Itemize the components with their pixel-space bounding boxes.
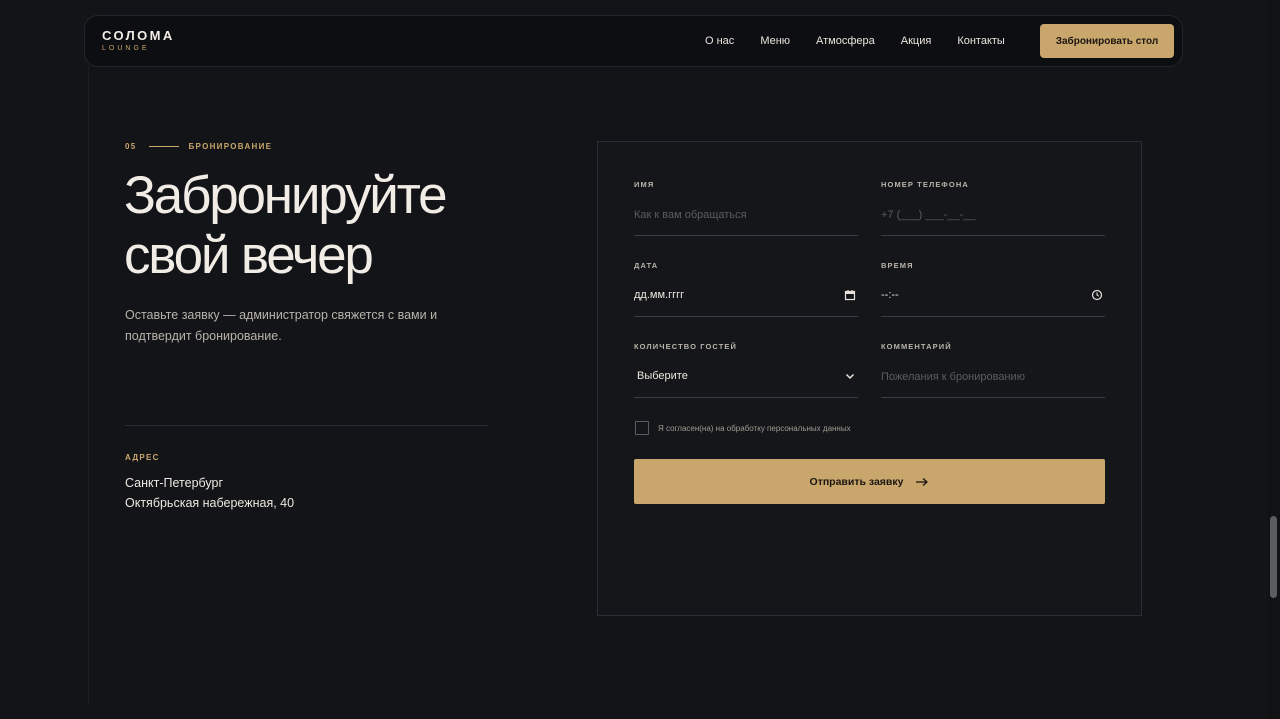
nav-link-promo[interactable]: Акция <box>901 35 932 47</box>
section-number: 05 <box>125 142 137 151</box>
address-label: АДРЕС <box>125 453 160 462</box>
date-value[interactable]: дд.мм.гггг <box>634 289 684 301</box>
brand-name: СОЛОМА <box>102 28 175 43</box>
consent-text: Я согласен(на) на обработку персональных… <box>658 423 851 433</box>
chevron-down-icon[interactable] <box>844 370 856 382</box>
nav-link-about[interactable]: О нас <box>705 35 734 47</box>
guide-line <box>88 66 89 706</box>
section-divider <box>125 425 488 426</box>
page: СОЛОМА LOUNGE О нас Меню Атмосфера Акция… <box>0 0 1280 719</box>
calendar-icon[interactable] <box>844 289 856 301</box>
guests-select[interactable]: Выберите <box>637 370 688 382</box>
clock-icon[interactable] <box>1091 289 1103 301</box>
nav-link-atmosphere[interactable]: Атмосфера <box>816 35 875 47</box>
name-input[interactable] <box>634 204 858 226</box>
address-street: Октябрьская набережная, 40 <box>125 496 295 510</box>
brand-logo[interactable]: СОЛОМА LOUNGE <box>102 28 175 53</box>
address-city: Санкт-Петербург <box>125 476 224 490</box>
nav-link-contacts[interactable]: Контакты <box>957 35 1005 47</box>
section-intro: Оставьте заявку — администратор свяжется… <box>125 308 438 343</box>
nav-links: О нас Меню Атмосфера Акция Контакты <box>705 16 1005 66</box>
date-label: Дата <box>634 261 659 270</box>
comment-label: Комментарий <box>881 342 952 351</box>
phone-input[interactable] <box>881 204 1105 226</box>
name-label: Имя <box>634 180 655 189</box>
arrow-right-icon <box>916 477 929 486</box>
time-value[interactable]: --:-- <box>881 289 899 301</box>
guests-label: Количество гостей <box>634 342 737 351</box>
brand-subtitle: LOUNGE <box>102 45 150 52</box>
consent-row[interactable]: Я согласен(на) на обработку персональных… <box>635 421 851 435</box>
time-field[interactable]: Время --:-- <box>881 261 1105 317</box>
phone-label: Номер телефона <box>881 180 969 189</box>
date-field[interactable]: Дата дд.мм.гггг <box>634 261 858 317</box>
section-eyebrow-label: БРОНИРОВАНИЕ <box>188 142 273 151</box>
book-table-button[interactable]: Забронировать стол <box>1040 24 1174 58</box>
page-scrollbar[interactable] <box>1267 0 1280 719</box>
time-label: Время <box>881 261 914 270</box>
phone-field: Номер телефона <box>881 180 1105 236</box>
booking-form: Имя Номер телефона Дата дд.мм.гггг Время… <box>597 141 1142 616</box>
name-field: Имя <box>634 180 858 236</box>
eyebrow-divider <box>148 146 179 147</box>
comment-field: Комментарий <box>881 342 1105 398</box>
consent-checkbox[interactable] <box>635 421 649 435</box>
submit-button[interactable]: Отправить заявку <box>634 459 1105 504</box>
section-eyebrow: 05 БРОНИРОВАНИЕ <box>125 142 272 151</box>
nav-link-menu[interactable]: Меню <box>760 35 790 47</box>
top-nav: СОЛОМА LOUNGE О нас Меню Атмосфера Акция… <box>84 15 1183 67</box>
comment-input[interactable] <box>881 366 1105 388</box>
page-title: Забронируйте свой вечер <box>124 166 448 285</box>
scrollbar-thumb[interactable] <box>1270 516 1277 598</box>
submit-label: Отправить заявку <box>809 475 904 488</box>
guests-field[interactable]: Количество гостей Выберите <box>634 342 858 398</box>
